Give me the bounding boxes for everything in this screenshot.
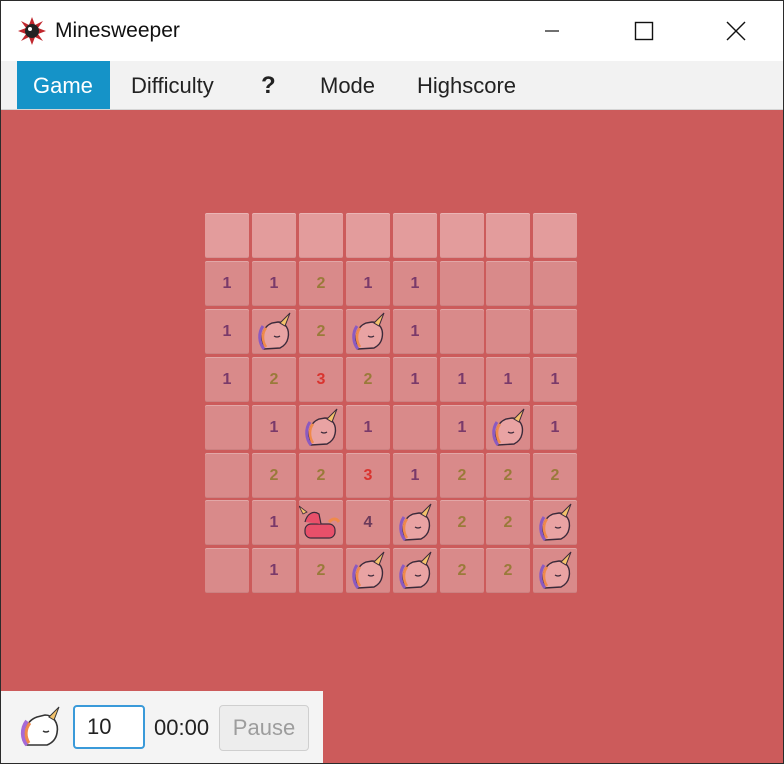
minimize-button[interactable] [529,1,575,61]
number-cell[interactable]: 1 [346,405,390,450]
number-cell[interactable]: 2 [299,261,343,306]
empty-cell[interactable] [205,405,249,450]
number-cell[interactable]: 1 [440,357,484,402]
number-cell[interactable]: 1 [252,548,296,593]
number-cell[interactable]: 2 [486,548,530,593]
covered-cell[interactable] [393,213,437,258]
mine-icon [18,17,46,45]
title-bar[interactable]: Minesweeper [1,1,783,61]
empty-cell[interactable] [205,500,249,545]
maximize-button[interactable] [621,1,667,61]
unicorn-mine-icon[interactable] [299,405,343,450]
menu-highscore[interactable]: Highscore [401,61,532,109]
empty-cell[interactable] [533,261,577,306]
unicorn-mine-icon[interactable] [533,548,577,593]
empty-cell[interactable] [440,261,484,306]
unicorn-mine-icon[interactable] [486,405,530,450]
number-cell[interactable]: 2 [533,453,577,498]
empty-cell[interactable] [205,548,249,593]
number-cell[interactable]: 3 [299,357,343,402]
unicorn-mine-icon[interactable] [393,548,437,593]
number-cell[interactable]: 1 [205,261,249,306]
number-cell[interactable]: 1 [252,500,296,545]
number-cell[interactable]: 2 [440,453,484,498]
number-cell[interactable]: 1 [486,357,530,402]
pause-button[interactable]: Pause [219,705,309,751]
number-cell[interactable]: 1 [346,261,390,306]
unicorn-mine-icon[interactable] [533,500,577,545]
number-cell[interactable]: 1 [393,453,437,498]
menu-difficulty[interactable]: Difficulty [115,61,230,109]
window-title: Minesweeper [55,19,180,42]
number-cell[interactable]: 2 [252,453,296,498]
covered-cell[interactable] [299,213,343,258]
app-window: Minesweeper Game Difficulty ? Mode Highs… [0,0,784,764]
number-cell[interactable]: 1 [252,405,296,450]
menu-mode[interactable]: Mode [304,61,391,109]
number-cell[interactable]: 1 [205,357,249,402]
empty-cell[interactable] [440,309,484,354]
number-cell[interactable]: 3 [346,453,390,498]
unicorn-mine-icon[interactable] [346,309,390,354]
empty-cell[interactable] [486,261,530,306]
covered-cell[interactable] [346,213,390,258]
minefield-grid: 11211121123211111111223122214221222 [205,213,581,593]
mine-counter[interactable]: 10 [73,705,145,749]
covered-cell[interactable] [533,213,577,258]
number-cell[interactable]: 2 [299,453,343,498]
timer-display: 00:00 [154,715,210,740]
number-cell[interactable]: 1 [205,309,249,354]
unicorn-mine-icon [20,706,60,747]
covered-cell[interactable] [252,213,296,258]
number-cell[interactable]: 1 [393,357,437,402]
menu-bar: Game Difficulty ? Mode Highscore [1,61,783,110]
number-cell[interactable]: 2 [252,357,296,402]
number-cell[interactable]: 2 [299,309,343,354]
empty-cell[interactable] [393,405,437,450]
covered-cell[interactable] [440,213,484,258]
number-cell[interactable]: 2 [440,548,484,593]
number-cell[interactable]: 1 [393,309,437,354]
number-cell[interactable]: 2 [486,453,530,498]
number-cell[interactable]: 1 [252,261,296,306]
empty-cell[interactable] [205,453,249,498]
number-cell[interactable]: 2 [346,357,390,402]
board-area: 11211121123211111111223122214221222 [1,110,783,763]
number-cell[interactable]: 1 [533,405,577,450]
menu-game[interactable]: Game [17,61,110,109]
unicorn-mine-icon[interactable] [346,548,390,593]
number-cell[interactable]: 2 [440,500,484,545]
empty-cell[interactable] [486,309,530,354]
number-cell[interactable]: 4 [346,500,390,545]
unicorn-mine-icon[interactable] [252,309,296,354]
number-cell[interactable]: 1 [393,261,437,306]
number-cell[interactable]: 2 [486,500,530,545]
covered-cell[interactable] [486,213,530,258]
covered-cell[interactable] [205,213,249,258]
number-cell[interactable]: 2 [299,548,343,593]
unicorn-mine-icon[interactable] [393,500,437,545]
exploded-unicorn-icon[interactable] [299,500,343,545]
empty-cell[interactable] [533,309,577,354]
menu-help[interactable]: ? [245,61,292,109]
number-cell[interactable]: 1 [533,357,577,402]
number-cell[interactable]: 1 [440,405,484,450]
close-button[interactable] [713,1,759,61]
